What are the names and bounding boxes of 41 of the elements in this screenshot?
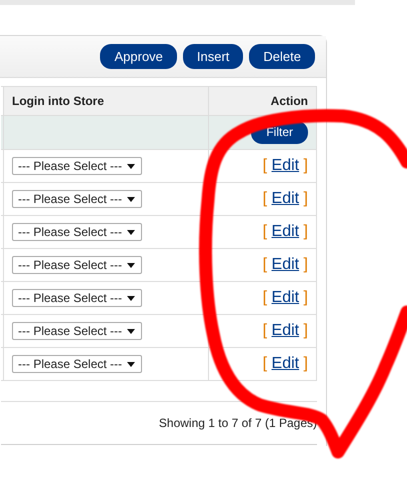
pagination-text: Showing 1 to 7 of 7 (1 Pages) — [1, 401, 317, 445]
bracket: [ — [262, 157, 268, 174]
bracket: [ — [262, 322, 268, 339]
store-dropdown[interactable]: --- Please Select --- — [12, 355, 142, 373]
bracket: ] — [304, 256, 308, 273]
caret-icon — [127, 262, 135, 268]
store-dropdown[interactable]: --- Please Select --- — [12, 256, 142, 274]
toolbar-button[interactable]: Approve — [100, 44, 177, 69]
bracket: ] — [304, 190, 308, 207]
bracket: ] — [304, 322, 308, 339]
bracket: [ — [262, 190, 268, 207]
caret-icon — [127, 164, 135, 168]
bracket: ] — [304, 289, 308, 306]
toolbar-button[interactable]: Delete — [249, 44, 315, 69]
edit-link[interactable]: Edit — [272, 256, 300, 273]
store-dropdown[interactable]: --- Please Select --- — [12, 322, 142, 340]
store-dropdown[interactable]: --- Please Select --- — [12, 289, 142, 307]
store-dropdown[interactable]: --- Please Select --- — [12, 190, 142, 208]
edit-link[interactable]: Edit — [272, 322, 300, 339]
edit-link[interactable]: Edit — [272, 157, 300, 174]
caret-icon — [127, 296, 135, 300]
bracket: [ — [262, 355, 268, 372]
store-dropdown[interactable]: --- Please Select --- — [12, 223, 142, 241]
bracket: ] — [304, 157, 308, 174]
bracket: [ — [262, 289, 268, 306]
caret-icon — [127, 196, 135, 202]
toolbar-button[interactable]: Insert — [182, 44, 244, 69]
edit-link[interactable]: Edit — [272, 355, 300, 372]
caret-icon — [127, 362, 135, 366]
bracket: [ — [262, 223, 268, 240]
bracket: [ — [262, 256, 268, 273]
column-header: Action — [208, 86, 316, 116]
edit-link[interactable]: Edit — [272, 223, 300, 240]
caret-icon — [127, 328, 135, 334]
column-header: Login into Store — [4, 86, 208, 116]
edit-link[interactable]: Edit — [272, 190, 300, 207]
store-dropdown[interactable]: --- Please Select --- — [12, 157, 142, 175]
edit-link[interactable]: Edit — [272, 289, 300, 306]
bracket: ] — [304, 223, 308, 240]
caret-icon — [127, 230, 135, 234]
bracket: ] — [304, 355, 308, 372]
